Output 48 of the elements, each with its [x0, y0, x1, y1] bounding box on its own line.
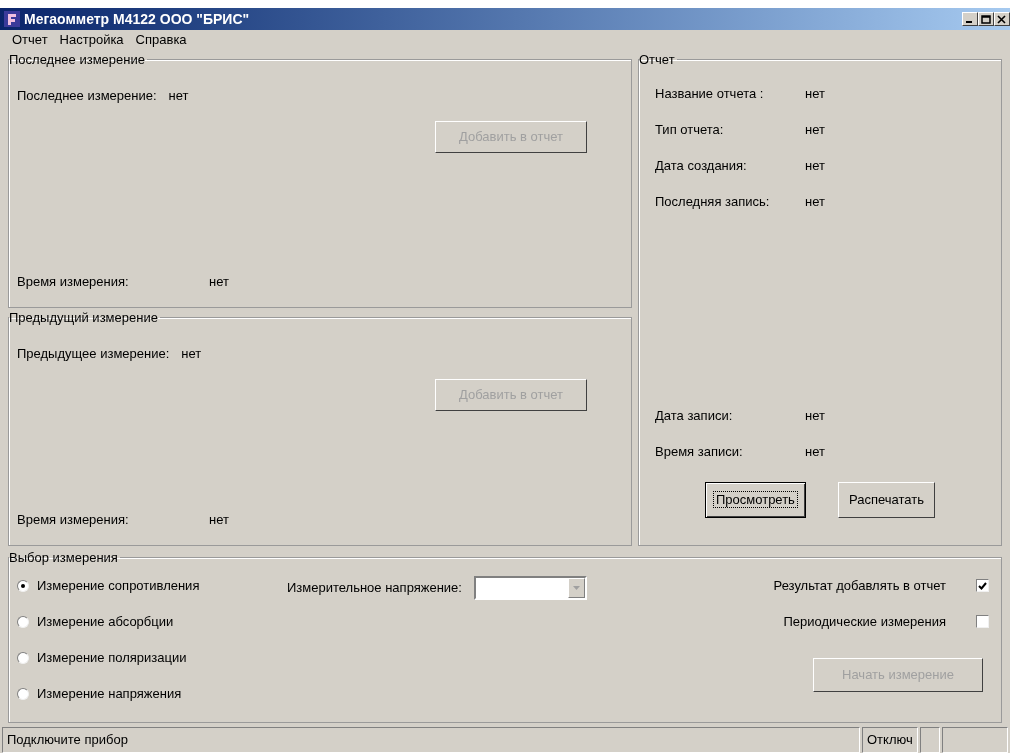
- caret-icon: [572, 585, 580, 590]
- radio-option[interactable]: Измерение абсорбции: [17, 603, 287, 640]
- voltage-dropdown[interactable]: [473, 575, 587, 600]
- window-title: Мегаомметр М4122 ООО "БРИС": [24, 9, 250, 29]
- action-button[interactable]: Просмотреть: [705, 481, 806, 518]
- field-label: Дата записи:: [655, 406, 734, 425]
- field-value: нет: [168, 86, 189, 105]
- group-title: Предыдущий измерение: [9, 309, 159, 327]
- field-value: нет: [805, 192, 825, 211]
- radio-option[interactable]: Измерение напряжения: [17, 675, 287, 712]
- field-label: Тип отчета:: [655, 120, 725, 139]
- field-label: Время записи:: [655, 442, 744, 461]
- field-value: нет: [805, 156, 825, 175]
- field-label: Последнее измерение:: [17, 86, 157, 105]
- field-value: нет: [805, 442, 825, 461]
- field-value: нет: [209, 511, 229, 529]
- radio-option[interactable]: Измерение поляризации: [17, 639, 287, 676]
- group-title: Выбор измерения: [9, 549, 119, 567]
- field-value: нет: [805, 84, 825, 103]
- field-value: нет: [209, 273, 229, 291]
- maximize-icon[interactable]: [978, 12, 994, 26]
- menu-item[interactable]: Справка: [135, 30, 187, 50]
- menu-item[interactable]: Отчет: [12, 30, 48, 50]
- group-title: Отчет: [639, 51, 676, 69]
- status-panel: Отключ: [862, 727, 918, 753]
- field-label: Название отчета :: [655, 84, 765, 103]
- radio-option[interactable]: Измерение сопротивления: [17, 567, 287, 604]
- minimize-icon[interactable]: [962, 12, 978, 26]
- field-value: нет: [181, 344, 202, 363]
- status-message: Подключите прибор: [2, 727, 860, 753]
- menu-item[interactable]: Настройка: [59, 30, 124, 50]
- field-value: нет: [805, 406, 825, 425]
- group-title: Последнее измерение: [9, 51, 146, 69]
- app-icon: [4, 11, 20, 27]
- checkbox-option[interactable]: Результат добавлять в отчет: [773, 567, 989, 604]
- check-icon: [978, 581, 987, 590]
- field-label: Время измерения:: [17, 273, 130, 291]
- status-panel: [942, 727, 1008, 753]
- field-label: Дата создания:: [655, 156, 748, 175]
- field-label: Последняя запись:: [655, 192, 771, 211]
- action-button[interactable]: Распечатать: [837, 481, 935, 518]
- field-label: Измерительное напряжение:: [287, 578, 462, 597]
- field-label: Предыдущее измерение:: [17, 344, 170, 363]
- field-value: нет: [805, 120, 825, 139]
- checkbox-option[interactable]: Периодические измерения: [783, 603, 989, 640]
- status-panel: [920, 727, 940, 753]
- field-label: Время измерения:: [17, 511, 130, 529]
- close-icon[interactable]: [994, 12, 1010, 26]
